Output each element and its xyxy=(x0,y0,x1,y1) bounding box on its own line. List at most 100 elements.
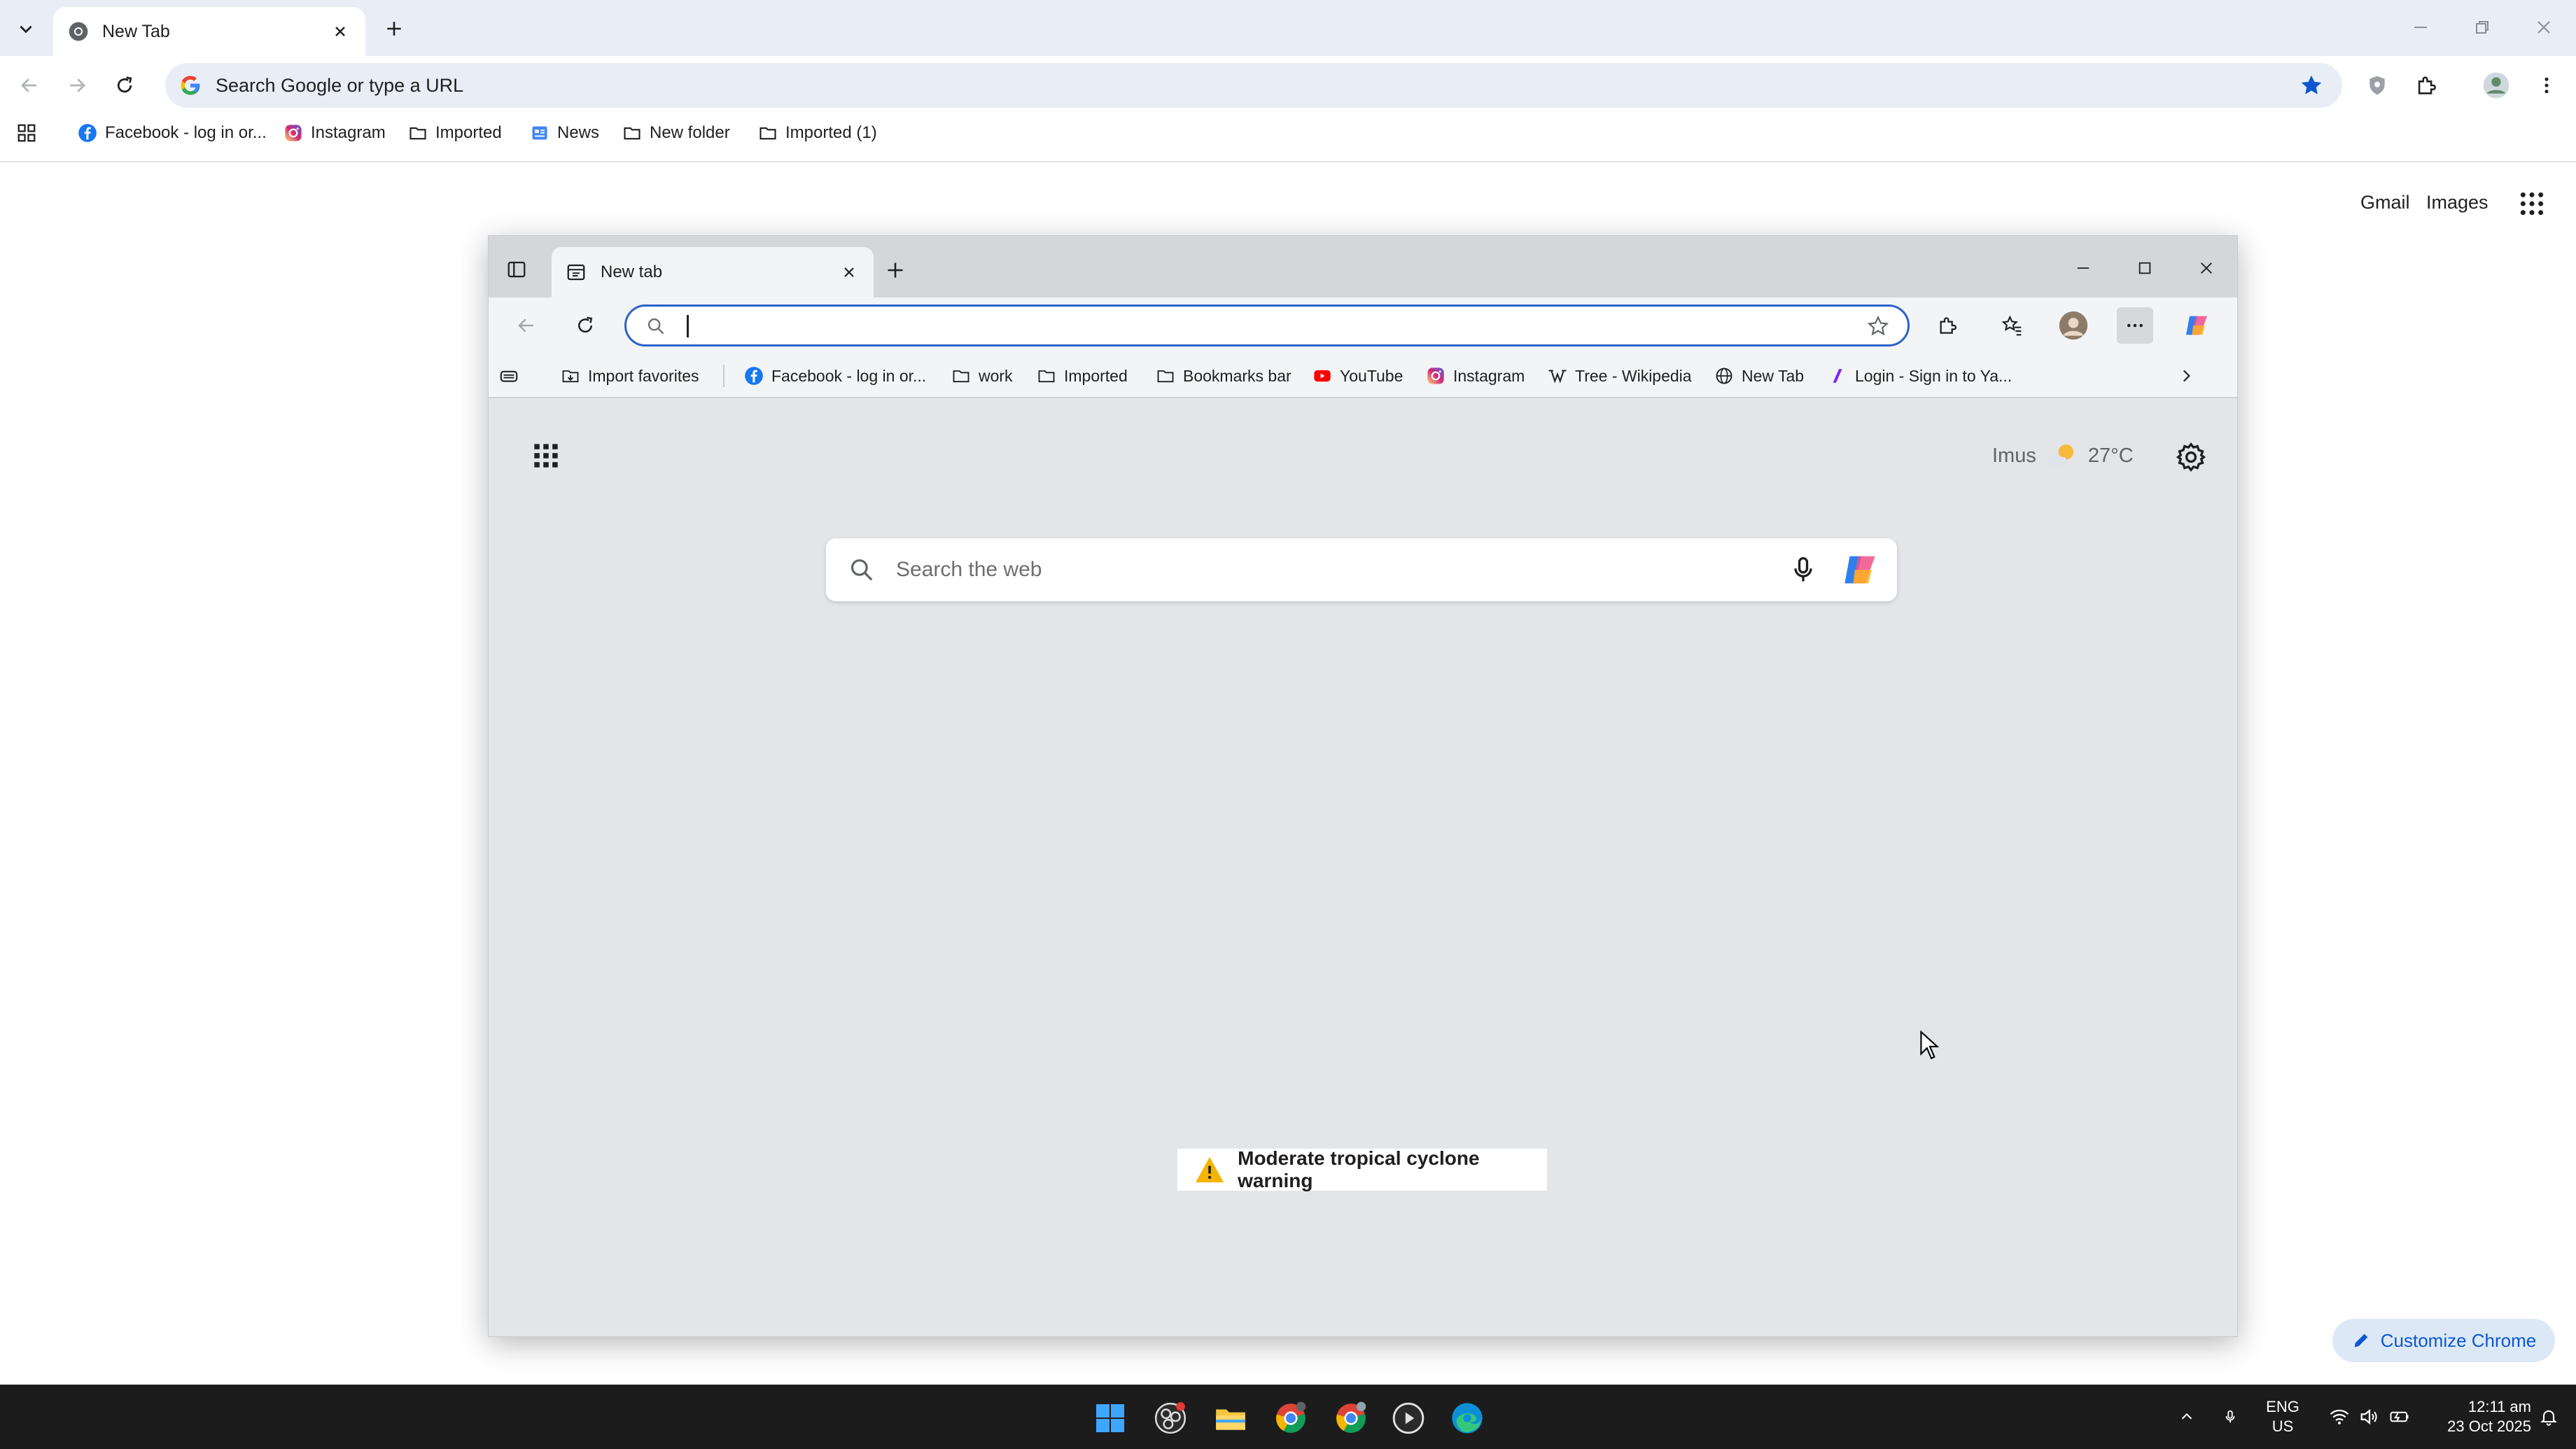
edge-new-tab-button[interactable] xyxy=(881,255,910,285)
edge-bookmark-new-tab[interactable]: New Tab xyxy=(1714,362,1804,390)
taskbar-app-file-explorer[interactable] xyxy=(1210,1397,1252,1439)
edge-maximize-button[interactable] xyxy=(2127,253,2163,284)
obs-icon xyxy=(1154,1402,1186,1434)
edge-bookmark-yahoo-login[interactable]: Login - Sign in to Ya... xyxy=(1827,362,2012,390)
tab-search-button[interactable] xyxy=(10,13,42,45)
edge-bookmark-folder-imported[interactable]: Imported xyxy=(1036,362,1128,390)
new-tab-button[interactable] xyxy=(377,11,412,46)
taskbar-app-obs[interactable] xyxy=(1149,1397,1191,1439)
edge-bookmark-import[interactable]: Import favorites xyxy=(560,362,699,390)
language-code: ENG xyxy=(2266,1398,2300,1415)
reload-button[interactable] xyxy=(106,67,143,104)
copilot-button[interactable] xyxy=(2178,307,2215,344)
edge-close-window-button[interactable] xyxy=(2188,253,2225,284)
edge-bookmark-folder-bookmarks-bar[interactable]: Bookmarks bar xyxy=(1155,362,1292,390)
edge-search-box[interactable]: Search the web xyxy=(826,538,1897,601)
edge-new-tab-page: Imus 27°C Search the web Moderate tropic… xyxy=(489,400,2237,1336)
restore-button[interactable] xyxy=(2461,10,2503,45)
edge-extensions-button[interactable] xyxy=(1929,307,1966,344)
battery-icon xyxy=(2390,1411,2409,1422)
images-link[interactable]: Images xyxy=(2426,192,2488,214)
search-icon xyxy=(850,559,873,581)
taskbar-app-chrome[interactable] xyxy=(1270,1397,1312,1439)
minimize-button[interactable] xyxy=(2400,10,2442,45)
input-language-indicator[interactable]: ENG US xyxy=(2251,1397,2314,1436)
bookmark-star-icon[interactable] xyxy=(2299,73,2324,98)
favorites-icon xyxy=(2001,315,2022,336)
shield-icon xyxy=(2370,76,2385,95)
chrome-tab-new-tab[interactable]: New Tab xyxy=(53,7,365,56)
chrome-toolbar: Search Google or type a URL Facebook - l… xyxy=(0,56,2576,162)
gear-icon[interactable] xyxy=(2176,442,2206,472)
bookmark-instagram[interactable]: Instagram xyxy=(283,118,386,148)
extensions-button[interactable] xyxy=(2408,67,2444,104)
weather-alert-badge[interactable]: Moderate tropical cyclone warning xyxy=(1177,1147,1547,1191)
favorite-star-icon[interactable] xyxy=(1867,315,1889,337)
edge-bookmark-folder-work[interactable]: work xyxy=(951,362,1013,390)
warning-icon xyxy=(1196,1156,1224,1183)
notifications-button[interactable] xyxy=(2537,1403,2561,1431)
edge-favorites-overflow-button[interactable] xyxy=(2177,362,2195,390)
bookmark-folder-imported[interactable]: Imported xyxy=(407,118,502,148)
edge-tab-actions-button[interactable] xyxy=(503,255,531,284)
edge-bookmark-facebook[interactable]: Facebook - log in or... xyxy=(743,362,926,390)
bookmark-folder-imported-1[interactable]: Imported (1) xyxy=(757,118,877,148)
microphone-tray-button[interactable] xyxy=(2220,1403,2240,1431)
facebook-icon xyxy=(745,367,763,385)
folder-icon xyxy=(1157,370,1174,383)
chrome-icon xyxy=(1336,1401,1366,1433)
bookmark-facebook[interactable]: Facebook - log in or... xyxy=(77,118,267,148)
profile-button[interactable] xyxy=(2478,67,2514,104)
bookmark-label: Bookmarks bar xyxy=(1183,366,1292,385)
edge-tab-new-tab[interactable]: New tab xyxy=(552,247,874,298)
taskbar-app-chrome-profile[interactable] xyxy=(1330,1397,1372,1439)
forward-button[interactable] xyxy=(59,67,95,104)
plus-icon xyxy=(888,262,903,278)
taskbar-app-edge[interactable] xyxy=(1446,1397,1488,1439)
apps-shortcut-button[interactable] xyxy=(13,119,41,147)
edge-minimize-button[interactable] xyxy=(2065,253,2101,284)
extension-shield-button[interactable] xyxy=(2359,67,2395,104)
edge-reload-button[interactable] xyxy=(568,309,602,342)
back-button[interactable] xyxy=(11,67,48,104)
system-clock[interactable]: 12:11 am 23 Oct 2025 xyxy=(2412,1397,2531,1436)
edge-address-bar[interactable] xyxy=(624,304,1910,346)
chrome-menu-button[interactable] xyxy=(2528,67,2565,104)
bookmark-folder-new-folder[interactable]: New folder xyxy=(622,118,730,148)
avatar xyxy=(2059,311,2088,340)
region-code: US xyxy=(2272,1418,2294,1435)
taskbar-app-media-player[interactable] xyxy=(1387,1397,1429,1439)
edge-bookmark-instagram[interactable]: Instagram xyxy=(1425,362,1525,390)
chrome-tab-strip: New Tab xyxy=(0,0,2576,56)
close-icon xyxy=(2201,262,2212,274)
customize-chrome-button[interactable]: Customize Chrome xyxy=(2332,1319,2555,1362)
app-launcher-icon[interactable] xyxy=(532,442,560,470)
edge-back-button[interactable] xyxy=(510,309,543,342)
vertical-tabs-icon xyxy=(507,261,526,278)
edge-close-tab-button[interactable] xyxy=(839,262,860,283)
reload-icon xyxy=(578,316,593,333)
edge-favorites-button[interactable] xyxy=(1994,307,2030,344)
clock-date: 23 Oct 2025 xyxy=(2447,1418,2531,1435)
edge-tab-title: New tab xyxy=(601,262,663,281)
bookmark-news[interactable]: News xyxy=(529,118,599,148)
quick-settings-button[interactable] xyxy=(2324,1403,2415,1431)
microphone-icon[interactable] xyxy=(1788,553,1819,587)
google-apps-icon[interactable] xyxy=(2519,190,2545,217)
gmail-link[interactable]: Gmail xyxy=(2360,192,2410,214)
forward-arrow-icon xyxy=(70,78,85,92)
edge-bookmark-wikipedia[interactable]: Tree - Wikipedia xyxy=(1547,362,1692,390)
edge-collections-button[interactable] xyxy=(498,362,526,390)
close-tab-button[interactable] xyxy=(329,20,351,43)
edge-profile-button[interactable] xyxy=(2055,307,2092,344)
close-window-button[interactable] xyxy=(2523,10,2565,45)
show-hidden-icons-button[interactable] xyxy=(2177,1403,2197,1431)
start-button[interactable] xyxy=(1089,1397,1131,1439)
copilot-icon[interactable] xyxy=(1840,550,1880,590)
favorites-divider xyxy=(723,365,724,387)
weather-widget[interactable]: Imus 27°C xyxy=(1992,439,2134,472)
edge-settings-more-button[interactable] xyxy=(2117,307,2153,344)
windows-taskbar: ENG US 12:11 am 23 Oct 2025 xyxy=(0,1385,2576,1449)
edge-bookmark-youtube[interactable]: YouTube xyxy=(1312,362,1403,390)
address-bar[interactable]: Search Google or type a URL xyxy=(165,63,2342,108)
